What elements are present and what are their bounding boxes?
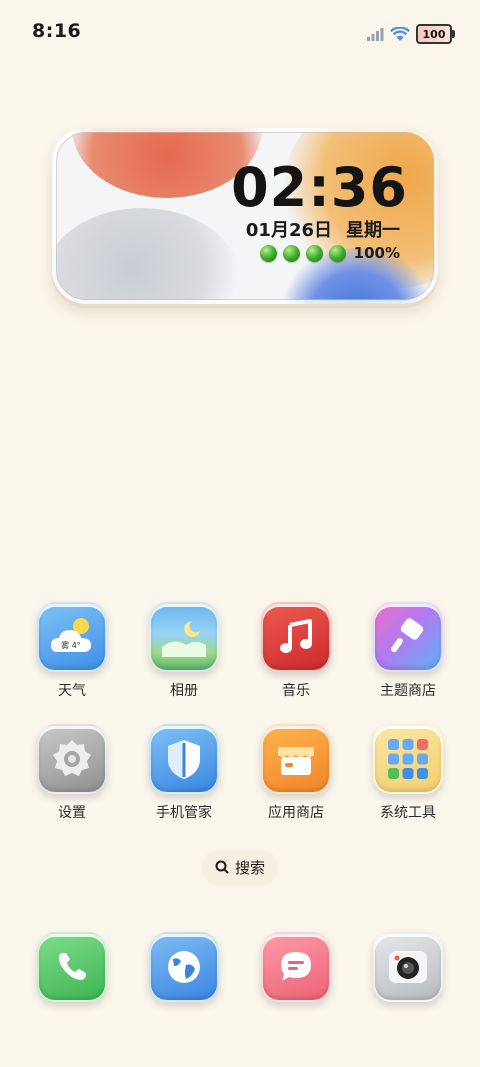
wifi-icon <box>390 26 410 41</box>
phone-manager-icon <box>149 724 219 794</box>
battery-dot-icon <box>305 244 323 262</box>
gear-icon <box>53 740 91 776</box>
camera-lens-icon <box>389 951 427 983</box>
dock-camera[interactable] <box>358 932 458 1002</box>
battery-level: 100 <box>422 27 446 41</box>
app-phone-manager[interactable]: 手机管家 <box>134 724 234 822</box>
home-screen: 8:16 100 02:36 01月26日 星期一 100% 雾 4° 天气 相… <box>0 0 480 1067</box>
signal-icon <box>367 28 384 41</box>
app-label: 天气 <box>58 683 86 699</box>
status-time: 8:16 <box>32 20 82 42</box>
weather-icon: 雾 4° <box>37 602 107 672</box>
app-label: 相册 <box>170 683 198 699</box>
cloud-sun-icon: 雾 4° <box>51 618 91 652</box>
widget-date: 01月26日 <box>245 220 332 241</box>
shop-icon <box>278 747 314 775</box>
paint-brush-icon <box>391 618 424 653</box>
shield-icon <box>168 740 200 779</box>
app-label: 设置 <box>58 805 86 821</box>
search-icon <box>215 860 229 874</box>
moon-landscape-icon <box>162 621 206 657</box>
app-theme-store[interactable]: 主题商店 <box>358 602 458 700</box>
clock-widget[interactable]: 02:36 01月26日 星期一 100% <box>52 128 438 304</box>
app-store-icon <box>261 724 331 794</box>
browser-icon <box>149 932 219 1002</box>
app-label: 系统工具 <box>380 805 436 821</box>
weather-temp-text: 雾 4° <box>61 641 81 650</box>
app-weather[interactable]: 雾 4° 天气 <box>22 602 122 700</box>
app-settings[interactable]: 设置 <box>22 724 122 822</box>
chat-bubble-icon <box>281 952 311 981</box>
widget-battery-row: 100% <box>259 244 400 262</box>
music-note-icon <box>280 619 312 653</box>
battery-dot-icon <box>282 244 300 262</box>
app-gallery[interactable]: 相册 <box>134 602 234 700</box>
widget-date-row: 01月26日 星期一 <box>246 216 400 242</box>
app-label: 主题商店 <box>380 683 436 699</box>
app-music[interactable]: 音乐 <box>246 602 346 700</box>
widget-weekday: 星期一 <box>346 220 400 241</box>
widget-clock-time: 02:36 <box>231 156 408 219</box>
status-bar: 8:16 100 <box>0 0 480 70</box>
app-app-store[interactable]: 应用商店 <box>246 724 346 822</box>
folder-grid-icon <box>388 739 428 779</box>
status-icons: 100 <box>366 24 455 44</box>
battery-dot-icon <box>328 244 346 262</box>
theme-store-icon <box>373 602 443 672</box>
phone-icon <box>37 932 107 1002</box>
battery-icon: 100 <box>416 24 455 44</box>
system-tools-folder-icon <box>373 724 443 794</box>
app-label: 音乐 <box>282 683 310 699</box>
battery-dot-icon <box>259 244 277 262</box>
widget-battery-percent: 100% <box>353 244 400 262</box>
dock-messages[interactable] <box>246 932 346 1002</box>
app-system-tools[interactable]: 系统工具 <box>358 724 458 822</box>
globe-icon <box>168 951 200 983</box>
app-label: 手机管家 <box>156 805 212 821</box>
search-button[interactable]: 搜索 <box>203 850 277 884</box>
settings-icon <box>37 724 107 794</box>
dock-browser[interactable] <box>134 932 234 1002</box>
music-icon <box>261 602 331 672</box>
search-label: 搜索 <box>234 858 265 877</box>
message-icon <box>261 932 331 1002</box>
camera-icon <box>373 932 443 1002</box>
dock-phone[interactable] <box>22 932 122 1002</box>
phone-handset-icon <box>58 953 86 980</box>
app-label: 应用商店 <box>268 805 324 821</box>
gallery-icon <box>149 602 219 672</box>
